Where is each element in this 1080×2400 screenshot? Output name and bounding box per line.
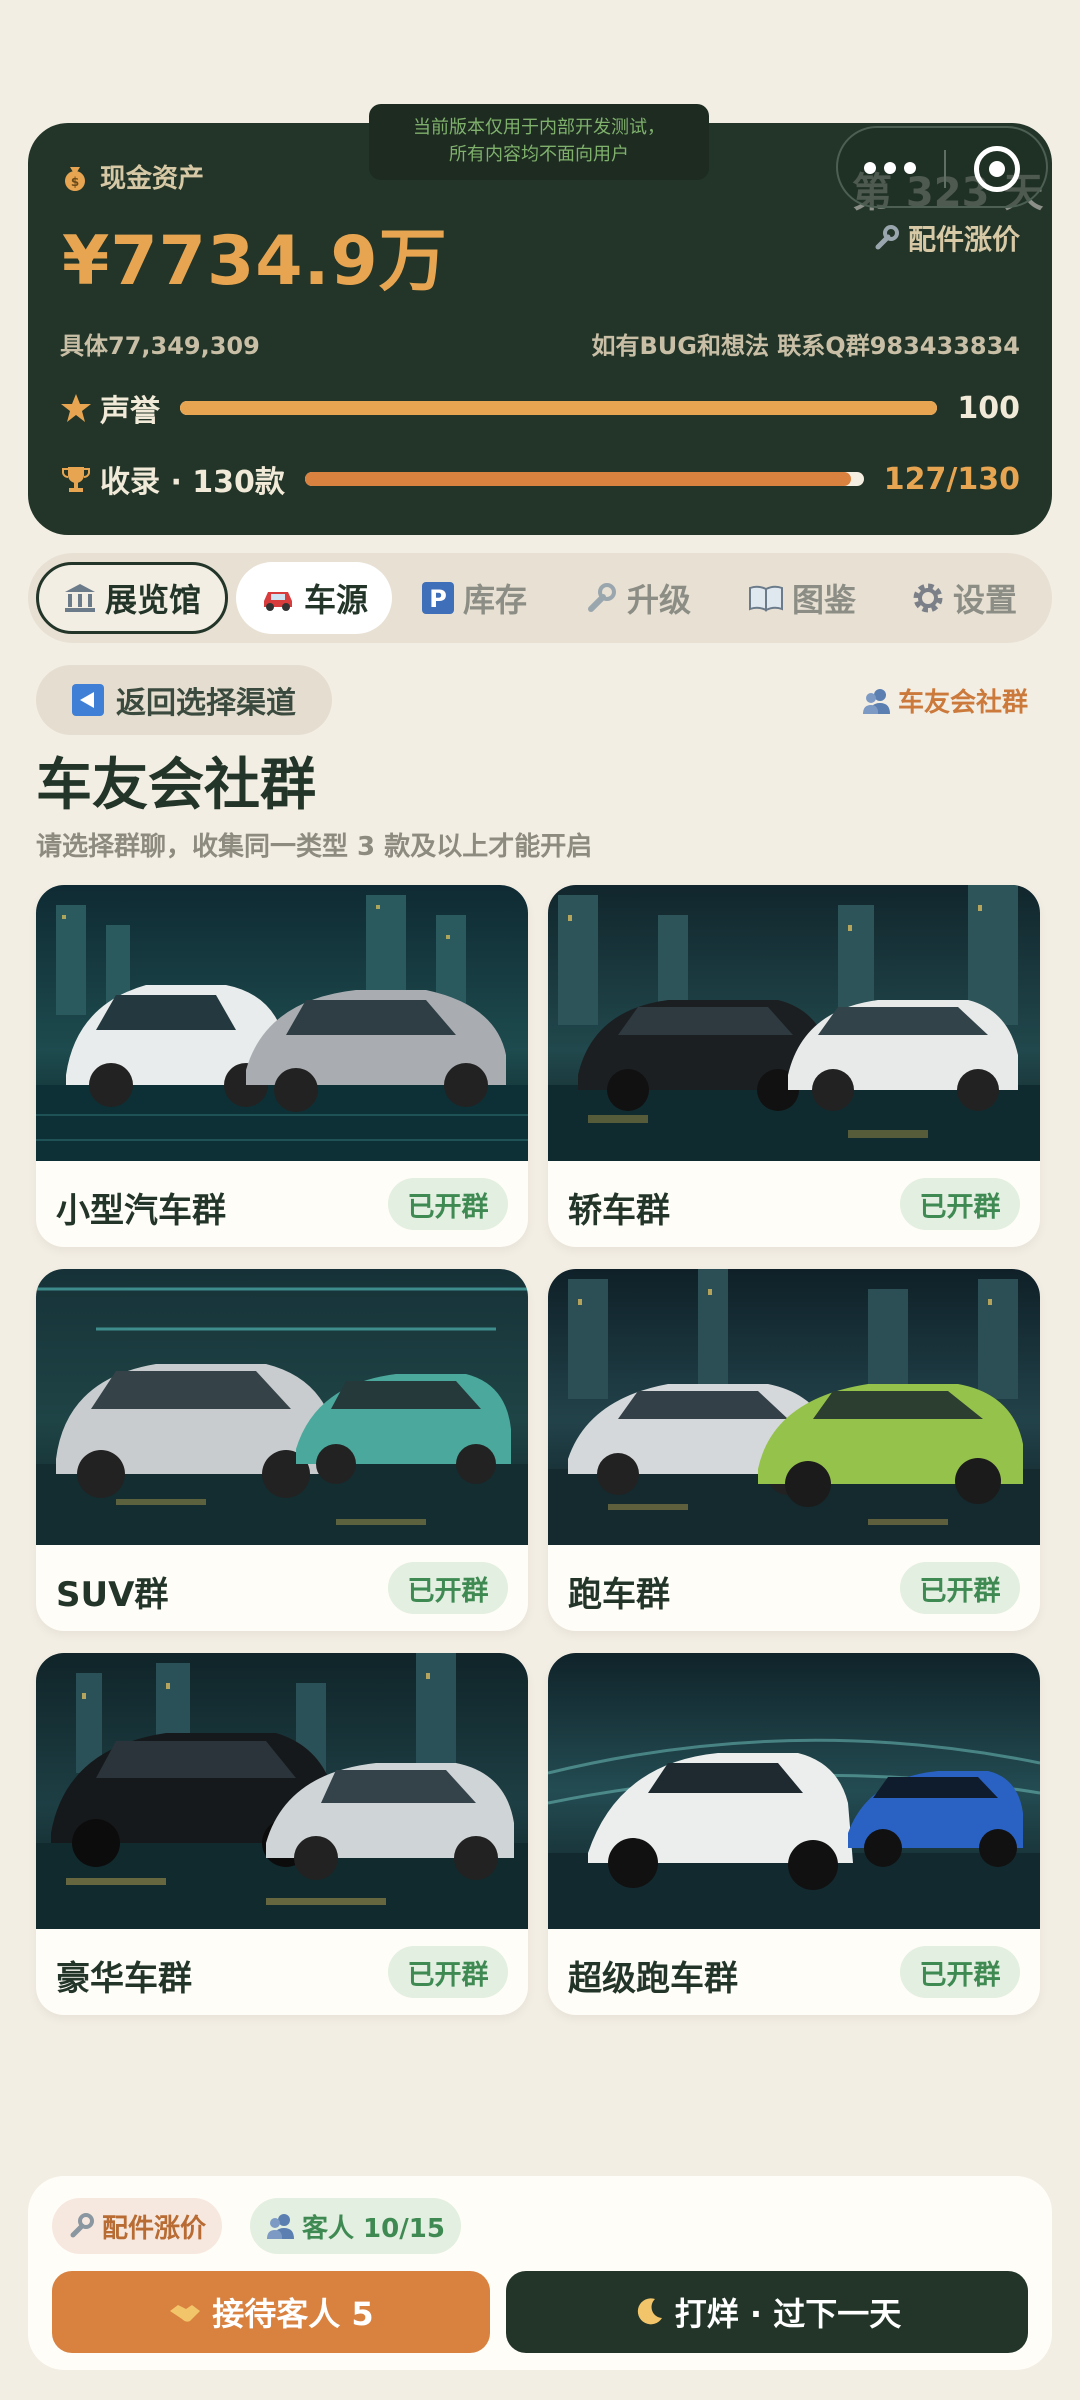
dev-banner: 当前版本仅用于内部开发测试， 所有内容均不面向用户 [369,104,709,180]
guest-count-chip[interactable]: 客人 10/15 [250,2198,461,2254]
wrench-icon [68,2212,96,2240]
close-miniprogram-icon[interactable] [974,146,1020,192]
status-badge: 已开群 [900,1178,1020,1230]
collection-bar [304,472,864,486]
people-icon [266,2212,296,2240]
people-icon [862,687,892,715]
status-badge: 已开群 [900,1562,1020,1614]
group-card-supercar[interactable]: 超级跑车群 已开群 [548,1653,1040,2015]
book-icon [748,583,784,613]
group-name: 跑车群 [568,1575,670,1615]
cash-label: $ 现金资产 [60,158,204,195]
exact-cash: 具体77,349,309 [60,332,260,360]
parts-price-link[interactable]: 配件涨价 [872,218,1020,258]
tab-upgrade[interactable]: 升级 [556,562,720,634]
page-subtitle: 请选择群聊，收集同一类型 3 款及以上才能开启 [36,832,593,862]
luxury-car-image [36,1653,528,1929]
reputation-value: 100 [957,390,1020,426]
money-bag-icon: $ [60,162,90,192]
group-card-luxury[interactable]: 豪华车群 已开群 [36,1653,528,2015]
handshake-icon [168,2297,202,2327]
group-card-sports-car[interactable]: 跑车群 已开群 [548,1269,1040,1631]
receive-guest-button[interactable]: 接待客人 5 [52,2271,490,2353]
group-name: 豪华车群 [56,1959,192,1999]
small-car-image [36,885,528,1161]
back-arrow-icon [72,684,104,716]
tab-inventory[interactable]: P 库存 [392,562,556,634]
page-title: 车友会社群 [36,753,316,818]
supercar-image [548,1653,1040,1929]
status-badge: 已开群 [388,1178,508,1230]
contact-info: 如有BUG和想法 联系Q群983433834 [591,332,1020,360]
svg-text:P: P [429,585,447,613]
museum-icon [63,581,97,615]
suv-image [36,1269,528,1545]
group-name: 超级跑车群 [568,1959,738,1999]
collection-fill [304,472,851,486]
collection-value: 127/130 [883,461,1020,497]
sports-car-image [548,1269,1040,1545]
main-tabs: 展览馆 车源 P 库存 升级 图鉴 设置 [28,553,1052,643]
tab-catalog[interactable]: 图鉴 [720,562,884,634]
status-badge: 已开群 [900,1946,1020,1998]
group-card-suv[interactable]: SUV群 已开群 [36,1269,528,1631]
group-name: 小型汽车群 [56,1191,226,1231]
star-icon [60,392,92,424]
parts-price-chip[interactable]: 配件涨价 [52,2198,223,2254]
wrench-icon [585,581,619,615]
tab-exhibition[interactable]: 展览馆 [36,562,228,634]
community-link[interactable]: 车友会社群 [862,682,1028,719]
more-icon[interactable] [864,162,916,174]
trophy-icon [60,463,92,495]
gear-icon [911,581,945,615]
group-name: SUV群 [56,1575,169,1615]
mini-program-capsule[interactable] [836,126,1048,208]
moon-icon [633,2296,665,2328]
back-to-channel-button[interactable]: 返回选择渠道 [36,665,332,735]
group-card-small-car[interactable]: 小型汽车群 已开群 [36,885,528,1247]
collection-row: 收录 · 130款 127/130 [60,457,1020,501]
close-shop-button[interactable]: 打烊 · 过下一天 [506,2271,1028,2353]
group-card-sedan[interactable]: 轿车群 已开群 [548,885,1040,1247]
svg-text:$: $ [71,175,79,189]
sedan-image [548,885,1040,1161]
reputation-bar [180,401,938,415]
tab-settings[interactable]: 设置 [884,562,1044,634]
parking-icon: P [421,581,455,615]
cash-value: ¥7734.9万 [62,222,448,301]
status-badge: 已开群 [388,1562,508,1614]
wrench-icon [872,223,902,253]
reputation-fill [180,401,938,415]
group-name: 轿车群 [568,1191,670,1231]
status-badge: 已开群 [388,1946,508,1998]
tab-car-source[interactable]: 车源 [236,562,392,634]
car-icon [260,583,296,613]
reputation-row: 声誉 100 [60,386,1020,430]
